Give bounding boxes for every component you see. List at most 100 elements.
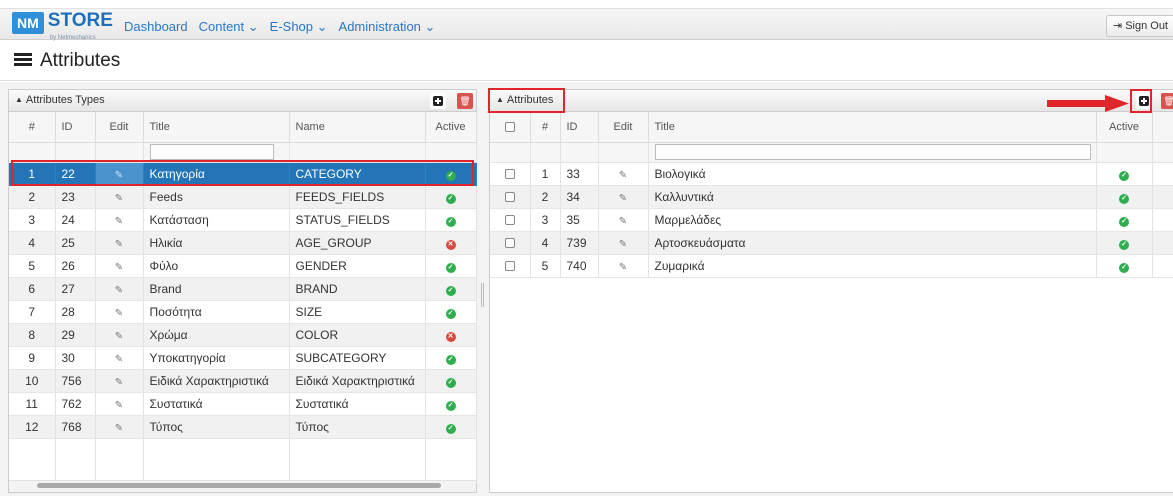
active-status[interactable]: ✓ (425, 208, 477, 232)
active-status[interactable]: ✕ (425, 323, 477, 347)
row-number: 3 (530, 208, 561, 232)
logo-nm: NM (12, 12, 44, 34)
table-row[interactable]: 6 27 ✎ Brand BRAND ✓ (9, 277, 477, 301)
row-title: Καλλυντικά (648, 185, 1097, 209)
row-checkbox[interactable] (490, 254, 531, 278)
edit-icon: ✎ (114, 284, 124, 296)
edit-button[interactable]: ✎ (598, 231, 649, 255)
table-row[interactable]: 1 33 ✎ Βιολογικά ✓ (490, 162, 1173, 186)
active-status[interactable]: ✓ (425, 254, 477, 278)
col-header[interactable]: Title (143, 112, 290, 143)
edit-button[interactable]: ✎ (95, 231, 144, 255)
title-filter-input[interactable] (149, 144, 274, 160)
active-status[interactable]: ✓ (1096, 208, 1153, 232)
col-header[interactable]: Active (1096, 112, 1153, 143)
panel-splitter[interactable] (481, 283, 484, 307)
add-attribute-type-button[interactable] (430, 93, 446, 109)
col-header[interactable]: ID (560, 112, 599, 143)
horizontal-scrollbar[interactable] (9, 480, 476, 492)
edit-button[interactable]: ✎ (95, 415, 144, 439)
edit-button[interactable]: ✎ (95, 346, 144, 370)
row-number: 2 (9, 185, 56, 209)
title-filter-input[interactable] (654, 144, 1091, 160)
table-row[interactable]: 3 24 ✎ Κατάσταση STATUS_FIELDS ✓ (9, 208, 477, 232)
edit-button[interactable]: ✎ (95, 185, 144, 209)
nav-eshop[interactable]: E-Shop ⌄ (270, 19, 328, 35)
row-checkbox[interactable] (490, 208, 531, 232)
logo-store: STORE (47, 10, 113, 31)
active-status[interactable]: ✓ (1096, 231, 1153, 255)
col-header[interactable]: Edit (598, 112, 649, 143)
edit-button[interactable]: ✎ (95, 254, 144, 278)
active-status[interactable]: ✓ (1096, 254, 1153, 278)
table-row[interactable]: 2 23 ✎ Feeds FEEDS_FIELDS ✓ (9, 185, 477, 209)
table-row[interactable]: 4 739 ✎ Αρτοσκευάσματα ✓ (490, 231, 1173, 255)
panel-title: Attributes Types (25, 94, 105, 106)
table-row[interactable]: 5 26 ✎ Φύλο GENDER ✓ (9, 254, 477, 278)
table-row[interactable]: 9 30 ✎ Υποκατηγορία SUBCATEGORY ✓ (9, 346, 477, 370)
row-title: Φύλο (143, 254, 290, 278)
nav-dashboard[interactable]: Dashboard (124, 19, 188, 35)
table-row[interactable]: 11 762 ✎ Συστατικά Συστατικά ✓ (9, 392, 477, 416)
sign-out-button[interactable]: ⇥ Sign Out (1105, 15, 1173, 37)
row-checkbox[interactable] (490, 185, 531, 209)
select-all-checkbox[interactable] (490, 112, 531, 143)
active-status[interactable]: ✓ (425, 346, 477, 370)
edit-button[interactable]: ✎ (95, 323, 144, 347)
table-row[interactable]: 7 28 ✎ Ποσότητα SIZE ✓ (9, 300, 477, 324)
checkbox (504, 215, 515, 226)
col-header[interactable]: Active (425, 112, 477, 143)
edit-button[interactable]: ✎ (95, 208, 144, 232)
row-title: Βιολογικά (648, 162, 1097, 186)
row-id: 35 (560, 208, 599, 232)
app-logo[interactable]: NM STORE by Netmechanics (12, 10, 113, 41)
row-name: SUBCATEGORY (289, 346, 426, 370)
table-row[interactable]: 3 35 ✎ Μαρμελάδες ✓ (490, 208, 1173, 232)
table-row[interactable]: 5 740 ✎ Ζυμαρικά ✓ (490, 254, 1173, 278)
edit-button[interactable]: ✎ (95, 369, 144, 393)
col-header[interactable]: Title (648, 112, 1097, 143)
check-circle-icon: ✓ (445, 263, 456, 273)
row-number: 2 (530, 185, 561, 209)
col-header[interactable]: # (9, 112, 56, 143)
col-header[interactable]: # (530, 112, 561, 143)
row-checkbox[interactable] (490, 231, 531, 255)
active-status[interactable]: ✓ (425, 415, 477, 439)
table-row[interactable]: 4 25 ✎ Ηλικία AGE_GROUP ✕ (9, 231, 477, 255)
edit-button[interactable]: ✎ (598, 254, 649, 278)
delete-attribute-type-button[interactable]: 🗑 (457, 93, 473, 109)
edit-button[interactable]: ✎ (598, 162, 649, 186)
scrollbar-thumb[interactable] (37, 483, 441, 488)
edit-button[interactable]: ✎ (95, 392, 144, 416)
active-status[interactable]: ✓ (425, 369, 477, 393)
active-status[interactable]: ✓ (1096, 162, 1153, 186)
active-status[interactable]: ✓ (425, 185, 477, 209)
table-row[interactable]: 2 34 ✎ Καλλυντικά ✓ (490, 185, 1173, 209)
nav-administration[interactable]: Administration ⌄ (339, 19, 436, 35)
edit-button[interactable]: ✎ (95, 300, 144, 324)
check-circle-icon: ✓ (445, 217, 456, 227)
active-status[interactable]: ✓ (1096, 185, 1153, 209)
edit-button[interactable]: ✎ (598, 185, 649, 209)
row-checkbox[interactable] (490, 162, 531, 186)
row-title: Τύπος (143, 415, 290, 439)
x-circle-icon: ✕ (445, 240, 456, 250)
checkbox (504, 238, 515, 249)
highlight-add-button (1130, 89, 1152, 113)
active-status[interactable]: ✕ (425, 231, 477, 255)
nav-content[interactable]: Content ⌄ (199, 19, 259, 35)
delete-attribute-button[interactable]: 🗑 (1161, 93, 1173, 109)
col-header[interactable]: Edit (95, 112, 144, 143)
edit-button[interactable]: ✎ (95, 277, 144, 301)
col-header[interactable]: Name (289, 112, 426, 143)
table-row[interactable]: 8 29 ✎ Χρώμα COLOR ✕ (9, 323, 477, 347)
active-status[interactable]: ✓ (425, 392, 477, 416)
table-row[interactable]: 10 756 ✎ Ειδικά Χαρακτηριστικά Ειδικά Χαρακτ… (9, 369, 477, 393)
collapse-attribute-types[interactable]: ▲ Attributes Types (15, 94, 105, 106)
table-row[interactable]: 12 768 ✎ Τύπος Τύπος ✓ (9, 415, 477, 439)
edit-button[interactable]: ✎ (598, 208, 649, 232)
active-status[interactable]: ✓ (425, 277, 477, 301)
col-header[interactable]: ID (55, 112, 96, 143)
active-status[interactable]: ✓ (425, 300, 477, 324)
row-number: 5 (530, 254, 561, 278)
